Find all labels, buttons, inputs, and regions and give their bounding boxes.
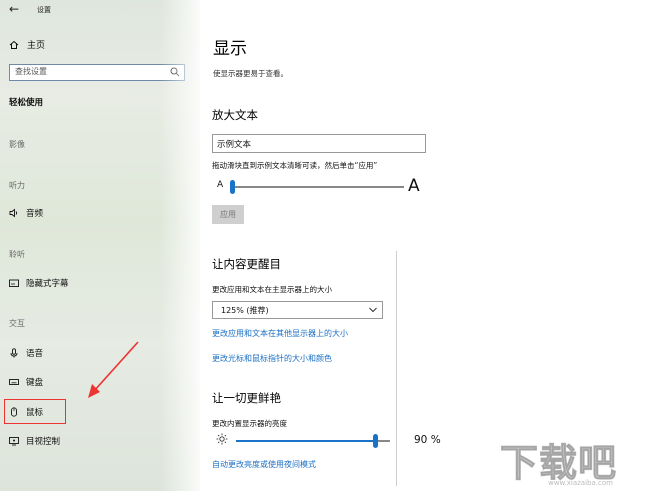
sidebar-item-label: 音频 <box>26 209 44 219</box>
group-label-interaction: 交互 <box>9 319 25 328</box>
brightness-slider-fill <box>236 440 375 442</box>
chevron-down-icon <box>369 307 377 313</box>
prominent-heading: 让内容更醒目 <box>212 257 281 271</box>
text-size-slider-thumb[interactable] <box>230 180 235 194</box>
home-nav-item[interactable]: 主页 <box>9 38 45 51</box>
home-icon <box>9 40 19 49</box>
sidebar-item-label: 目视控制 <box>26 437 61 447</box>
app-title: 设置 <box>37 6 51 14</box>
group-label-listening: 聆听 <box>9 250 25 259</box>
page-description: 使显示器更易于查看。 <box>213 69 288 78</box>
sidebar-item-keyboard[interactable]: 键盘 <box>9 376 43 388</box>
brightness-label: 更改内置显示器的亮度 <box>212 419 287 428</box>
small-a-label: A <box>217 180 224 190</box>
main-panel: 显示 使显示器更易于查看。 放大文本 示例文本 拖动滑块直到示例文本清晰可读，然… <box>200 0 645 491</box>
pointer-size-color-link[interactable]: 更改光标和鼠标指针的大小和颜色 <box>212 353 332 364</box>
search-input[interactable] <box>15 67 165 76</box>
app-size-dropdown[interactable]: 125% (推荐) <box>212 301 383 319</box>
app-size-selected: 125% (推荐) <box>221 306 269 315</box>
search-box[interactable] <box>9 64 185 81</box>
sidebar-item-captions[interactable]: 隐藏式字幕 <box>9 277 69 289</box>
text-size-hint: 拖动滑块直到示例文本清晰可读，然后单击“应用” <box>212 161 378 170</box>
sidebar-item-speech[interactable]: 语音 <box>9 347 43 359</box>
vivid-heading: 让一切更鲜艳 <box>212 391 281 405</box>
apply-button[interactable]: 应用 <box>212 205 244 224</box>
page-title: 显示 <box>213 39 247 59</box>
large-a-label: A <box>408 176 420 196</box>
sidebar-item-label: 语音 <box>26 349 44 359</box>
captions-icon <box>9 279 19 287</box>
brightness-sun-icon <box>216 433 228 445</box>
back-arrow-icon[interactable]: ← <box>9 2 19 16</box>
sidebar-item-label: 隐藏式字幕 <box>26 279 69 289</box>
other-displays-size-link[interactable]: 更改应用和文本在其他显示器上的大小 <box>212 328 348 339</box>
night-light-link[interactable]: 自动更改亮度或使用夜间模式 <box>212 459 316 470</box>
brightness-slider-thumb[interactable] <box>372 434 378 448</box>
app-size-label: 更改应用和文本在主显示器上的大小 <box>212 285 332 294</box>
search-icon <box>170 67 180 77</box>
mouse-highlight-box <box>4 399 66 424</box>
sample-text-preview: 示例文本 <box>212 134 426 153</box>
group-label-hearing: 听力 <box>9 181 25 190</box>
title-bar: ← 设置 <box>0 0 200 22</box>
home-label: 主页 <box>27 41 46 51</box>
scrollbar-track[interactable] <box>396 251 397 486</box>
sidebar-item-audio[interactable]: 音频 <box>9 207 43 219</box>
eye-control-icon <box>9 437 19 446</box>
sidebar-item-eye-control[interactable]: 目视控制 <box>9 435 60 447</box>
text-size-slider-track[interactable] <box>232 186 404 188</box>
group-label-vision: 影像 <box>9 140 25 149</box>
speaker-icon <box>9 208 18 218</box>
microphone-icon <box>10 348 18 358</box>
brightness-value: 90 % <box>414 434 441 446</box>
text-size-heading: 放大文本 <box>212 108 258 122</box>
keyboard-icon <box>9 379 19 385</box>
sidebar-item-label: 键盘 <box>26 378 44 388</box>
section-title: 轻松使用 <box>9 98 44 108</box>
